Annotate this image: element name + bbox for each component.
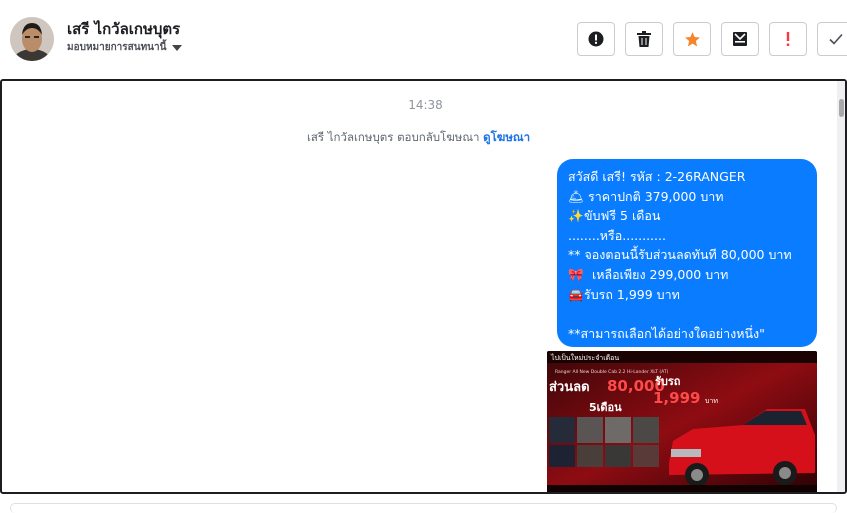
message-line: 🎀 เหลือเพียง 299,000 บาท: [568, 265, 806, 285]
ad-promo-unit: บาท: [705, 397, 718, 405]
flag-button[interactable]: [769, 22, 807, 56]
delete-button[interactable]: [625, 22, 663, 56]
star-icon: [684, 31, 700, 46]
bell-icon: 🛎: [568, 188, 584, 204]
checkmark-icon: [829, 33, 843, 45]
exclamation-icon: [786, 32, 790, 46]
message-bubble[interactable]: สวัสดี เสรี! รหัส : 2-26RANGER 🛎 ราคาปกต…: [557, 159, 817, 347]
trash-icon: [637, 31, 651, 47]
exclamation-circle-icon: [588, 31, 604, 47]
ad-strap: Ranger All New Double Cab 2.2 Hi-Lander …: [555, 369, 669, 375]
sparkles-icon: ✨: [568, 208, 584, 224]
message-timestamp: 14:38: [408, 98, 443, 112]
message-line: 🚘รับรถ 1,999 บาท: [568, 285, 806, 305]
car-icon: 🚘: [568, 286, 584, 302]
archive-button[interactable]: [721, 22, 759, 56]
archive-icon: [733, 32, 747, 46]
ad-reply-notice: เสรี ไกวัลเกษบุตร ตอบกลับโฆษณา ดูโฆษณา: [2, 129, 835, 147]
message-line: ........หรือ...........: [568, 227, 666, 243]
composer-box[interactable]: [10, 503, 837, 513]
ad-reply-text: เสรี ไกวัลเกษบุตร ตอบกลับโฆษณา: [306, 130, 480, 144]
message-line: ** จองตอนนี้รับส่วนลดทันที 80,000 บาท: [568, 247, 792, 263]
contact-name[interactable]: เสรี ไกวัลเกษบุตร: [67, 17, 180, 41]
ad-promo-price: 1,999: [653, 389, 700, 407]
message-line: สวัสดี เสรี! รหัส : 2-26RANGER: [568, 169, 746, 184]
ribbon-icon: 🎀: [568, 266, 584, 282]
message-thread[interactable]: 14:38 เสรี ไกวัลเกษบุตร ตอบกลับโฆษณา ดูโ…: [0, 79, 847, 494]
action-toolbar: [577, 22, 847, 56]
assign-conversation-dropdown[interactable]: มอบหมายการสนทนานี้: [67, 40, 183, 55]
assign-label: มอบหมายการสนทนานี้: [67, 42, 167, 53]
mark-done-button[interactable]: [817, 22, 847, 56]
avatar[interactable]: [10, 17, 54, 61]
message-line: **สามารถเลือกได้อย่างใดอย่างหนึ่ง": [568, 325, 765, 341]
message-line: [568, 304, 806, 324]
message-line: ✨ขับฟรี 5 เดือน: [568, 206, 806, 226]
mark-spam-button[interactable]: [577, 22, 615, 56]
ad-promo-months: 5เดือน: [589, 401, 622, 414]
ad-headline: ไปเป็นใหม่ประจำเดือน: [550, 353, 619, 362]
message-line: 🛎 ราคาปกติ 379,000 บาท: [568, 187, 806, 207]
caret-down-icon: [172, 44, 183, 51]
ad-promo-right: รับรถ: [655, 375, 681, 388]
view-ad-link[interactable]: ดูโฆษณา: [483, 130, 530, 144]
conversation-header: เสรี ไกวัลเกษบุตร มอบหมายการสนทนานี้: [0, 0, 847, 80]
star-button[interactable]: [673, 22, 711, 56]
scrollbar[interactable]: [837, 81, 845, 492]
ad-image-attachment[interactable]: ไปเป็นใหม่ประจำเดือน Ranger All New Doub…: [547, 351, 817, 492]
ad-promo-left: ส่วนลด: [549, 380, 590, 395]
